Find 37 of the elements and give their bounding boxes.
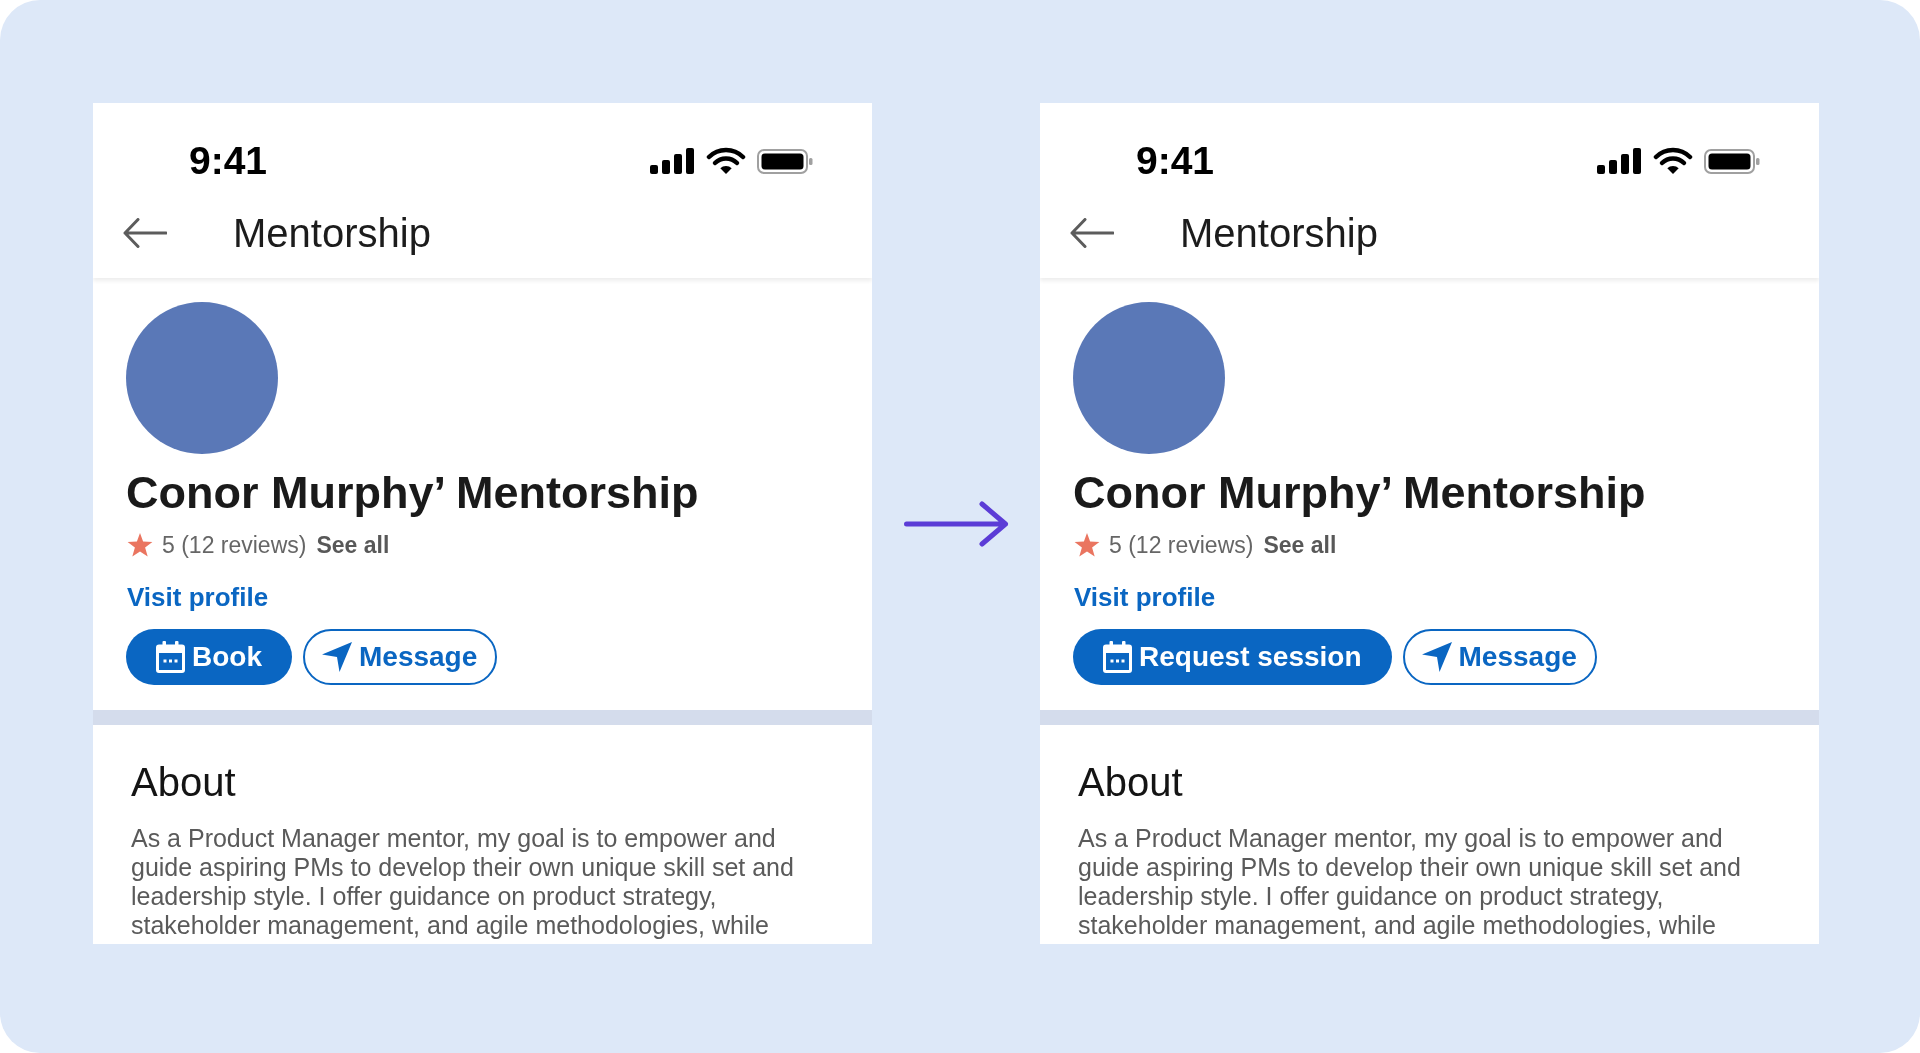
rating-text: 5 (12 reviews) [162, 531, 307, 560]
about-text: As a Product Manager mentor, my goal is to empower and guide aspiring PMs to develop their own unique skill set and leadership style. I offer guidance on product strategy, stakeholder management, and agile methodologies, while [1078, 824, 1742, 940]
back-arrow-icon [1070, 218, 1114, 248]
battery-icon [757, 148, 813, 174]
back-arrow-icon [123, 218, 167, 248]
visit-profile-link[interactable]: Visit profile [126, 580, 269, 614]
calendar-icon [1103, 641, 1132, 673]
request-session-button[interactable]: Request session [1073, 629, 1392, 685]
about-heading: About [131, 759, 236, 806]
send-icon [322, 642, 352, 672]
signal-icon [1597, 148, 1642, 174]
see-all-link[interactable]: See all [1263, 530, 1337, 560]
star-icon [1074, 532, 1100, 558]
book-button[interactable]: Book [126, 629, 292, 685]
wifi-icon [706, 147, 746, 175]
header-title: Mentorship [233, 210, 431, 257]
status-time: 9:41 [189, 139, 268, 183]
profile-title: Conor Murphy’ Mentorship [126, 466, 699, 520]
back-button[interactable] [123, 218, 167, 248]
about-heading: About [1078, 759, 1183, 806]
calendar-icon [156, 641, 185, 673]
about-text: As a Product Manager mentor, my goal is to empower and guide aspiring PMs to develop their own unique skill set and leadership style. I offer guidance on product strategy, stakeholder management, and agile methodologies, while [131, 824, 795, 940]
signal-icon [650, 148, 695, 174]
back-button[interactable] [1070, 218, 1114, 248]
profile-title: Conor Murphy’ Mentorship [1073, 466, 1646, 520]
send-icon [1421, 642, 1452, 672]
star-icon [127, 532, 153, 558]
visit-profile-link[interactable]: Visit profile [1073, 580, 1216, 614]
header-title: Mentorship [1180, 210, 1378, 257]
rating-text: 5 (12 reviews) [1109, 531, 1254, 560]
battery-icon [1704, 148, 1760, 174]
see-all-link[interactable]: See all [316, 530, 390, 560]
message-button[interactable]: Message [303, 629, 498, 685]
right-arrow-icon [903, 500, 1009, 547]
status-time: 9:41 [1136, 139, 1215, 183]
message-button[interactable]: Message [1402, 629, 1597, 685]
wifi-icon [1653, 147, 1693, 175]
